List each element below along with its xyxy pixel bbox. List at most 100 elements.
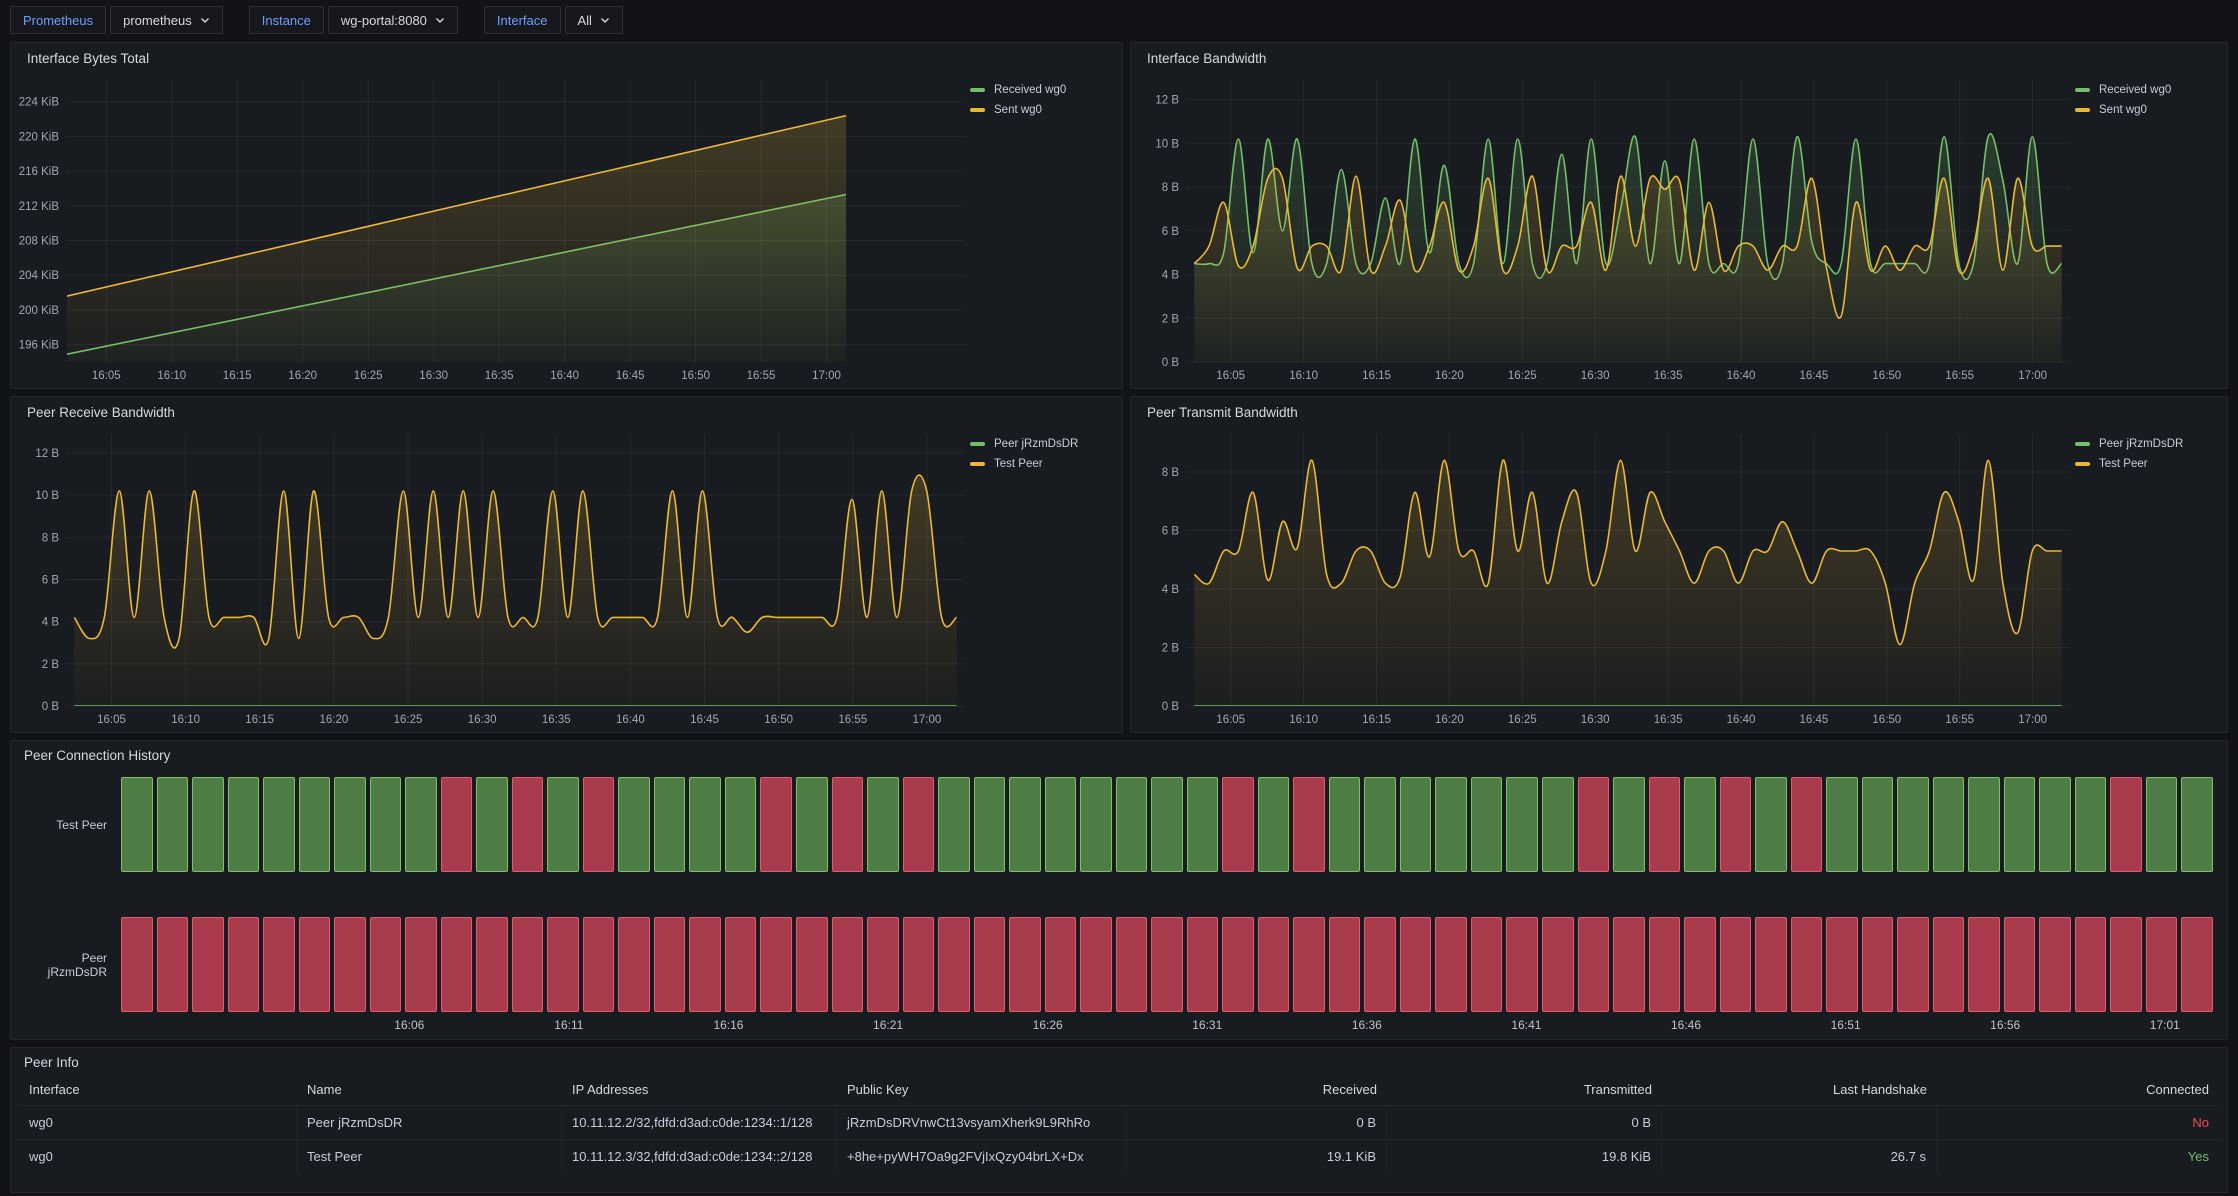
legend-item[interactable]: Sent wg0 <box>970 104 1120 116</box>
table-header-connected[interactable]: Connected <box>1937 1074 2219 1105</box>
status-bar-connected <box>2181 777 2213 872</box>
panel-title[interactable]: Interface Bytes Total <box>11 43 1122 68</box>
svg-text:208 KiB: 208 KiB <box>19 236 60 248</box>
svg-text:16:30: 16:30 <box>419 370 448 382</box>
history-x-tick: 17:01 <box>2150 1018 2180 1032</box>
svg-text:16:30: 16:30 <box>1581 714 1610 726</box>
status-bar-disconnected <box>689 917 721 1012</box>
status-bar-connected <box>405 777 437 872</box>
var-value-text: wg-portal:8080 <box>341 13 427 28</box>
legend-series-label: Sent wg0 <box>994 104 1042 116</box>
panel-title[interactable]: Interface Bandwidth <box>1131 43 2227 68</box>
status-bar-disconnected <box>867 917 899 1012</box>
chart-canvas[interactable]: 0 B2 B4 B6 B8 B16:0516:1016:1516:2016:25… <box>1135 422 2075 730</box>
table-header-last-handshake[interactable]: Last Handshake <box>1662 1074 1937 1105</box>
cell-ip-addresses: 10.11.12.2/32,fdfd:d3ad:c0de:1234::1/128 <box>562 1105 837 1139</box>
var-label-prometheus[interactable]: Prometheus <box>10 6 106 34</box>
var-select-interface[interactable]: All <box>565 6 623 34</box>
history-x-tick: 16:46 <box>1671 1018 1701 1032</box>
legend-item[interactable]: Test Peer <box>2075 458 2225 470</box>
svg-text:16:35: 16:35 <box>1654 714 1683 726</box>
status-bar-connected <box>1045 777 1077 872</box>
status-bar-disconnected <box>263 917 295 1012</box>
legend-item[interactable]: Received wg0 <box>2075 84 2225 96</box>
table-header-ip-addresses[interactable]: IP Addresses <box>562 1074 837 1105</box>
svg-text:200 KiB: 200 KiB <box>19 305 60 317</box>
status-bar-disconnected <box>1116 917 1148 1012</box>
status-bar-disconnected <box>1187 917 1219 1012</box>
status-bar-connected <box>689 777 721 872</box>
svg-text:16:40: 16:40 <box>1727 714 1756 726</box>
chart-canvas[interactable]: 196 KiB200 KiB204 KiB208 KiB212 KiB216 K… <box>15 68 970 386</box>
cell-transmitted: 19.8 KiB <box>1387 1139 1662 1173</box>
status-bar-disconnected <box>547 917 579 1012</box>
status-bar-disconnected <box>1329 917 1361 1012</box>
table-header-interface[interactable]: Interface <box>19 1074 297 1105</box>
cell-public-key: +8he+pyWH7Oa9g2FVjIxQzy04brLX+Dx <box>837 1139 1127 1173</box>
var-label-interface[interactable]: Interface <box>484 6 561 34</box>
svg-text:6 B: 6 B <box>42 575 60 587</box>
var-label-instance[interactable]: Instance <box>249 6 324 34</box>
status-bar-connected <box>299 777 331 872</box>
svg-text:0 B: 0 B <box>1162 357 1180 369</box>
history-bars <box>121 917 2213 1012</box>
svg-text:17:00: 17:00 <box>812 370 841 382</box>
legend-item[interactable]: Received wg0 <box>970 84 1120 96</box>
status-bar-disconnected <box>583 777 615 872</box>
status-bar-disconnected <box>441 777 473 872</box>
status-bar-disconnected <box>370 917 402 1012</box>
svg-text:0 B: 0 B <box>42 701 60 713</box>
status-bar-disconnected <box>1471 917 1503 1012</box>
status-bar-connected <box>228 777 260 872</box>
table-header-received[interactable]: Received <box>1127 1074 1387 1105</box>
svg-text:16:45: 16:45 <box>690 714 719 726</box>
status-bar-connected <box>1400 777 1432 872</box>
status-bar-connected <box>263 777 295 872</box>
var-select-prometheus[interactable]: prometheus <box>110 6 223 34</box>
panel-grid: Interface Bytes Total 196 KiB200 KiB204 … <box>10 42 2228 1193</box>
var-group-instance: Instance wg-portal:8080 <box>249 6 458 34</box>
legend-series-label: Peer jRzmDsDR <box>994 438 1078 450</box>
status-bar-disconnected <box>1791 777 1823 872</box>
svg-text:4 B: 4 B <box>1162 584 1180 596</box>
status-bar-connected <box>1755 777 1787 872</box>
svg-text:17:00: 17:00 <box>2018 370 2047 382</box>
status-bar-disconnected <box>1826 917 1858 1012</box>
svg-text:16:55: 16:55 <box>1945 714 1974 726</box>
status-bar-connected <box>1258 777 1290 872</box>
panel-title[interactable]: Peer Receive Bandwidth <box>11 397 1122 422</box>
svg-text:2 B: 2 B <box>1162 313 1180 325</box>
cell-received: 19.1 KiB <box>1127 1139 1387 1173</box>
svg-text:16:35: 16:35 <box>542 714 571 726</box>
legend-item[interactable]: Sent wg0 <box>2075 104 2225 116</box>
legend-item[interactable]: Peer jRzmDsDR <box>2075 438 2225 450</box>
legend-item[interactable]: Test Peer <box>970 458 1120 470</box>
svg-text:216 KiB: 216 KiB <box>19 166 60 178</box>
chart-body: 0 B2 B4 B6 B8 B10 B12 B16:0516:1016:1516… <box>1131 68 2227 388</box>
panel-title[interactable]: Peer Transmit Bandwidth <box>1131 397 2227 422</box>
status-bar-disconnected <box>654 917 686 1012</box>
chart-legend: Peer jRzmDsDR Test Peer <box>2075 422 2225 730</box>
table-header-public-key[interactable]: Public Key <box>837 1074 1127 1105</box>
legend-series-label: Sent wg0 <box>2099 104 2147 116</box>
svg-text:12 B: 12 B <box>35 448 59 460</box>
svg-text:4 B: 4 B <box>42 617 60 629</box>
var-select-instance[interactable]: wg-portal:8080 <box>328 6 458 34</box>
status-bar-connected <box>192 777 224 872</box>
svg-text:16:45: 16:45 <box>1800 370 1829 382</box>
var-group-datasource: Prometheus prometheus <box>10 6 223 34</box>
chart-canvas[interactable]: 0 B2 B4 B6 B8 B10 B12 B16:0516:1016:1516… <box>1135 68 2075 386</box>
table-header-name[interactable]: Name <box>297 1074 562 1105</box>
legend-series-label: Received wg0 <box>2099 84 2171 96</box>
status-bar-connected <box>654 777 686 872</box>
svg-text:8 B: 8 B <box>42 532 60 544</box>
table-header-transmitted[interactable]: Transmitted <box>1387 1074 1662 1105</box>
legend-item[interactable]: Peer jRzmDsDR <box>970 438 1120 450</box>
status-history: Test PeerPeer jRzmDsDR <box>11 765 2227 1012</box>
panel-title[interactable]: Peer Connection History <box>11 741 2227 765</box>
panel-title[interactable]: Peer Info <box>11 1048 2227 1072</box>
status-bar-disconnected <box>512 917 544 1012</box>
status-bar-disconnected <box>1258 917 1290 1012</box>
svg-text:212 KiB: 212 KiB <box>19 201 60 213</box>
chart-canvas[interactable]: 0 B2 B4 B6 B8 B10 B12 B16:0516:1016:1516… <box>15 422 970 730</box>
